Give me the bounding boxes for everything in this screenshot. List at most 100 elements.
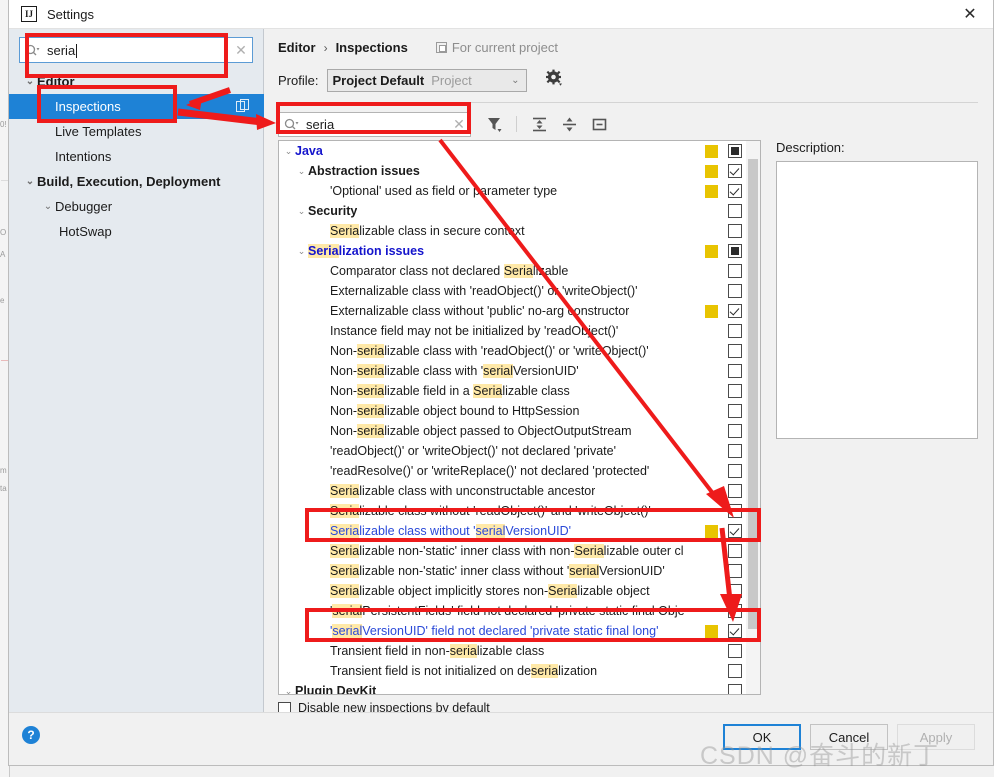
inspection-tree-row[interactable]: 'serialVersionUID' field not declared 'p… bbox=[279, 621, 761, 641]
sidebar-item-debugger[interactable]: ⌄ Debugger bbox=[9, 194, 264, 219]
inspection-tree-row[interactable]: ⌄Security bbox=[279, 201, 761, 221]
inspection-enabled-checkbox[interactable] bbox=[728, 204, 742, 218]
clear-search-icon[interactable]: ✕ bbox=[448, 116, 470, 133]
close-icon[interactable]: ✕ bbox=[947, 0, 993, 28]
inspection-enabled-checkbox[interactable] bbox=[728, 184, 742, 198]
inspection-tree-row[interactable]: Serializable object implicitly stores no… bbox=[279, 581, 761, 601]
inspection-tree-row[interactable]: Serializable non-'static' inner class wi… bbox=[279, 541, 761, 561]
inspection-enabled-checkbox[interactable] bbox=[728, 664, 742, 678]
filter-icon[interactable] bbox=[481, 112, 507, 136]
sidebar-item-inspections[interactable]: Inspections bbox=[9, 94, 264, 119]
sidebar-search-box[interactable]: seria ✕ bbox=[19, 37, 253, 63]
inspection-enabled-checkbox[interactable] bbox=[728, 284, 742, 298]
inspection-enabled-checkbox[interactable] bbox=[728, 404, 742, 418]
inspections-search-box[interactable]: seria ✕ bbox=[278, 112, 471, 137]
chevron-down-icon[interactable]: ⌄ bbox=[511, 75, 519, 86]
inspection-enabled-checkbox[interactable] bbox=[728, 384, 742, 398]
inspection-enabled-checkbox[interactable] bbox=[728, 364, 742, 378]
gear-icon[interactable] bbox=[545, 69, 563, 92]
inspection-enabled-checkbox[interactable] bbox=[728, 264, 742, 278]
inspection-tree-row[interactable]: Externalizable class with 'readObject()'… bbox=[279, 281, 761, 301]
sidebar-item-hotswap[interactable]: HotSwap bbox=[9, 219, 264, 244]
inspection-enabled-checkbox[interactable] bbox=[728, 224, 742, 238]
inspection-tree-row[interactable]: Serializable non-'static' inner class wi… bbox=[279, 561, 761, 581]
inspection-tree-row[interactable]: ⌄Plugin DevKit bbox=[279, 681, 761, 695]
severity-warning-icon[interactable] bbox=[705, 625, 718, 638]
copy-settings-icon[interactable] bbox=[236, 99, 250, 113]
inspection-tree-row[interactable]: 'readResolve()' or 'writeReplace()' not … bbox=[279, 461, 761, 481]
inspection-tree-row[interactable]: 'serialPersistentFields' field not decla… bbox=[279, 601, 761, 621]
inspection-enabled-checkbox[interactable] bbox=[728, 504, 742, 518]
inspection-enabled-checkbox[interactable] bbox=[728, 324, 742, 338]
chevron-down-icon[interactable]: ⌄ bbox=[23, 176, 37, 187]
inspection-enabled-checkbox[interactable] bbox=[728, 584, 742, 598]
inspection-tree-row[interactable]: Non-serializable object passed to Object… bbox=[279, 421, 761, 441]
inspections-search-input[interactable]: seria bbox=[306, 117, 448, 132]
inspection-enabled-checkbox[interactable] bbox=[728, 244, 742, 258]
sidebar-item-live-templates[interactable]: Live Templates bbox=[9, 119, 264, 144]
severity-warning-icon[interactable] bbox=[705, 305, 718, 318]
severity-warning-icon[interactable] bbox=[705, 245, 718, 258]
inspection-tree-row[interactable]: Non-serializable object bound to HttpSes… bbox=[279, 401, 761, 421]
inspection-tree-row[interactable]: 'Optional' used as field or parameter ty… bbox=[279, 181, 761, 201]
inspection-tree-row[interactable]: Transient field is not initialized on de… bbox=[279, 661, 761, 681]
inspection-tree-row[interactable]: Serializable class in secure context bbox=[279, 221, 761, 241]
inspection-enabled-checkbox[interactable] bbox=[728, 144, 742, 158]
inspection-enabled-checkbox[interactable] bbox=[728, 684, 742, 695]
inspection-tree-row[interactable]: Serializable class without 'serialVersio… bbox=[279, 521, 761, 541]
tree-scrollbar[interactable] bbox=[746, 141, 760, 694]
cancel-button[interactable]: Cancel bbox=[810, 724, 888, 750]
sidebar-item-build-execution-deployment[interactable]: ⌄ Build, Execution, Deployment bbox=[9, 169, 264, 194]
inspection-tree-row[interactable]: Instance field may not be initialized by… bbox=[279, 321, 761, 341]
inspection-tree-row[interactable]: Non-serializable class with 'serialVersi… bbox=[279, 361, 761, 381]
inspection-tree-row[interactable]: ⌄Serialization issues bbox=[279, 241, 761, 261]
inspection-tree-row[interactable]: Externalizable class without 'public' no… bbox=[279, 301, 761, 321]
help-icon[interactable]: ? bbox=[22, 726, 40, 744]
sidebar-search-input[interactable]: seria bbox=[47, 43, 230, 58]
inspection-tree-row[interactable]: 'readObject()' or 'writeObject()' not de… bbox=[279, 441, 761, 461]
inspection-tree-row[interactable]: Serializable class with unconstructable … bbox=[279, 481, 761, 501]
collapse-all-icon[interactable] bbox=[556, 112, 582, 136]
inspection-enabled-checkbox[interactable] bbox=[728, 564, 742, 578]
inspection-enabled-checkbox[interactable] bbox=[728, 604, 742, 618]
chevron-down-icon[interactable]: ⌄ bbox=[282, 146, 295, 157]
sidebar-item-editor[interactable]: ⌄ Editor bbox=[9, 69, 264, 94]
severity-warning-icon[interactable] bbox=[705, 525, 718, 538]
chevron-down-icon[interactable]: ⌄ bbox=[295, 246, 308, 257]
tree-scrollbar-thumb[interactable] bbox=[748, 159, 758, 629]
chevron-down-icon[interactable]: ⌄ bbox=[41, 201, 55, 212]
inspection-enabled-checkbox[interactable] bbox=[728, 644, 742, 658]
sidebar-item-intentions[interactable]: Intentions bbox=[9, 144, 264, 169]
chevron-down-icon[interactable]: ⌄ bbox=[23, 76, 37, 87]
reset-icon[interactable] bbox=[586, 112, 612, 136]
clear-search-icon[interactable]: ✕ bbox=[230, 42, 252, 59]
inspection-enabled-checkbox[interactable] bbox=[728, 624, 742, 638]
severity-warning-icon[interactable] bbox=[705, 185, 718, 198]
inspection-tree-row[interactable]: ⌄Java bbox=[279, 141, 761, 161]
inspection-tree-row[interactable]: Non-serializable class with 'readObject(… bbox=[279, 341, 761, 361]
inspection-tree-row[interactable]: Non-serializable field in a Serializable… bbox=[279, 381, 761, 401]
inspection-enabled-checkbox[interactable] bbox=[728, 424, 742, 438]
inspection-tree-row[interactable]: Serializable class without 'readObject()… bbox=[279, 501, 761, 521]
chevron-down-icon[interactable]: ⌄ bbox=[295, 206, 308, 217]
ok-button[interactable]: OK bbox=[723, 724, 801, 750]
chevron-down-icon[interactable]: ⌄ bbox=[282, 686, 295, 696]
chevron-down-icon[interactable]: ⌄ bbox=[295, 166, 308, 177]
severity-warning-icon[interactable] bbox=[705, 145, 718, 158]
scope-note: For current project bbox=[436, 40, 558, 55]
inspection-enabled-checkbox[interactable] bbox=[728, 464, 742, 478]
inspection-enabled-checkbox[interactable] bbox=[728, 344, 742, 358]
inspection-enabled-checkbox[interactable] bbox=[728, 524, 742, 538]
inspection-enabled-checkbox[interactable] bbox=[728, 544, 742, 558]
severity-warning-icon[interactable] bbox=[705, 165, 718, 178]
expand-all-icon[interactable] bbox=[526, 112, 552, 136]
inspection-enabled-checkbox[interactable] bbox=[728, 304, 742, 318]
inspection-tree-row[interactable]: ⌄Abstraction issues bbox=[279, 161, 761, 181]
inspections-tree[interactable]: ⌄Java⌄Abstraction issues'Optional' used … bbox=[278, 140, 761, 695]
profile-select[interactable]: Project Default Project ⌄ bbox=[327, 69, 527, 92]
inspection-enabled-checkbox[interactable] bbox=[728, 484, 742, 498]
inspection-enabled-checkbox[interactable] bbox=[728, 444, 742, 458]
inspection-enabled-checkbox[interactable] bbox=[728, 164, 742, 178]
inspection-tree-row[interactable]: Comparator class not declared Serializab… bbox=[279, 261, 761, 281]
inspection-tree-row[interactable]: Transient field in non-serializable clas… bbox=[279, 641, 761, 661]
